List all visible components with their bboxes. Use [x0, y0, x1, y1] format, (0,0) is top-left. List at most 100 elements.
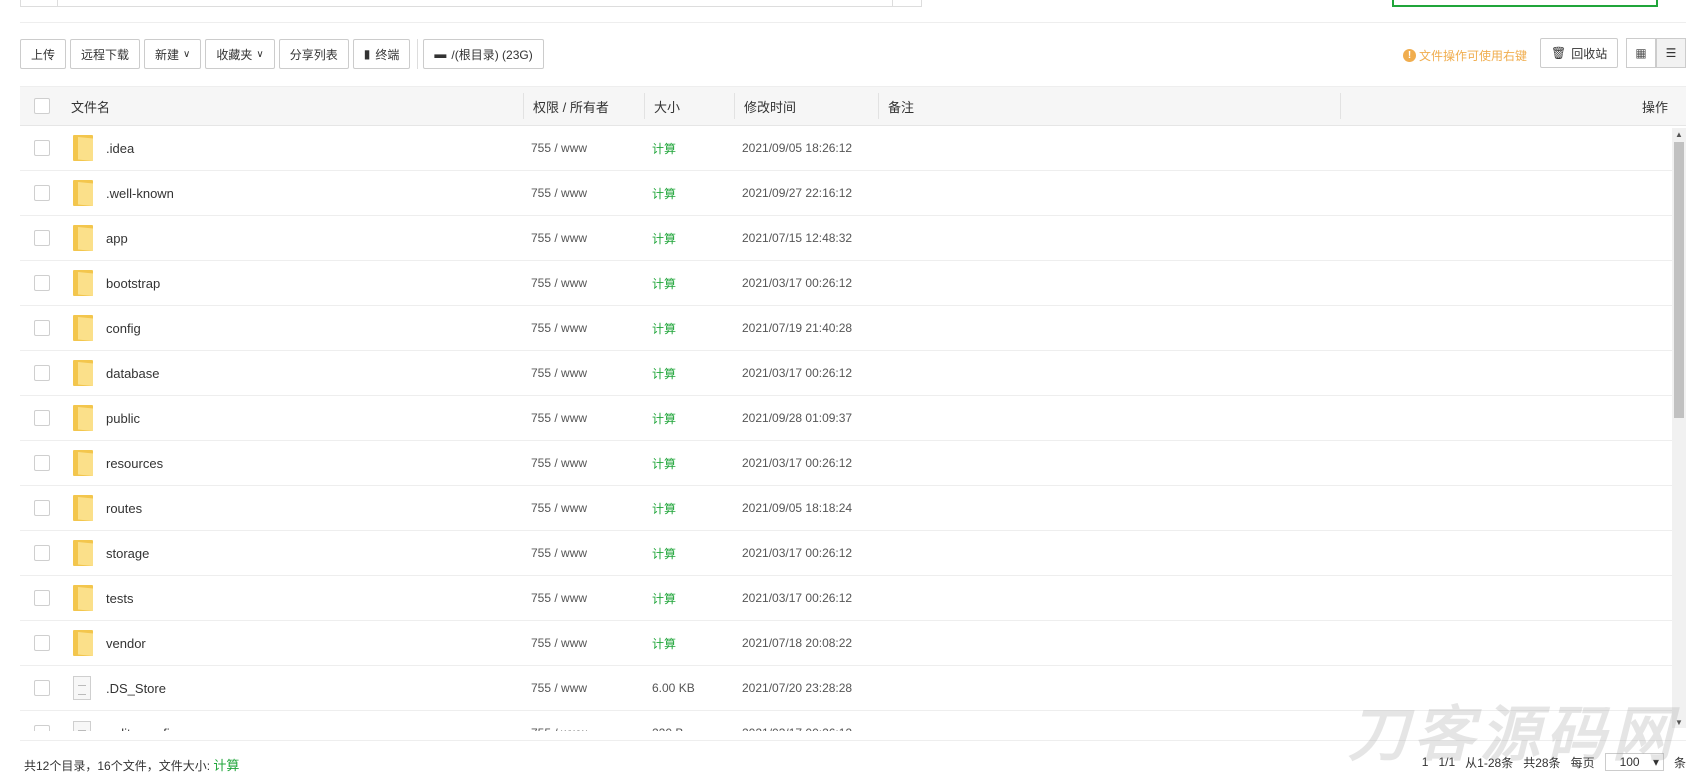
chevron-down-icon: ▾: [1652, 755, 1659, 769]
scroll-down-icon[interactable]: ▼: [1672, 716, 1686, 728]
file-perm-owner[interactable]: 755 / www: [531, 486, 587, 530]
folder-icon: [73, 135, 93, 161]
file-perm-owner[interactable]: 755 / www: [531, 396, 587, 440]
file-name[interactable]: .DS_Store: [106, 666, 166, 710]
file-size[interactable]: 计算: [652, 576, 676, 620]
table-row[interactable]: bootstrap 755 / www 计算 2021/03/17 00:26:12: [20, 261, 1686, 306]
table-row[interactable]: storage 755 / www 计算 2021/03/17 00:26:12: [20, 531, 1686, 576]
row-check-cell: [34, 576, 50, 620]
file-size[interactable]: 计算: [652, 486, 676, 530]
file-perm-owner[interactable]: 755 / www: [531, 171, 587, 215]
row-checkbox[interactable]: [34, 725, 50, 731]
table-row[interactable]: vendor 755 / www 计算 2021/07/18 20:08:22: [20, 621, 1686, 666]
row-checkbox[interactable]: [34, 230, 50, 246]
scroll-up-icon[interactable]: ▲: [1672, 128, 1686, 140]
table-header: 文件名 权限 / 所有者 大小 修改时间 备注 操作: [20, 86, 1686, 126]
file-search-input[interactable]: [1392, 0, 1658, 7]
row-checkbox[interactable]: [34, 635, 50, 651]
header-name[interactable]: 文件名: [71, 87, 110, 125]
file-name[interactable]: tests: [106, 576, 133, 620]
file-size[interactable]: 计算: [652, 351, 676, 395]
file-name[interactable]: .idea: [106, 126, 134, 170]
file-name[interactable]: database: [106, 351, 160, 395]
table-row[interactable]: app 755 / www 计算 2021/07/15 12:48:32: [20, 216, 1686, 261]
folder-icon: [73, 540, 93, 566]
file-perm-owner[interactable]: 755 / www: [531, 261, 587, 305]
file-name[interactable]: .well-known: [106, 171, 174, 215]
file-perm-owner[interactable]: 755 / www: [531, 351, 587, 395]
file-perm-owner[interactable]: 755 / www: [531, 306, 587, 350]
vertical-scrollbar[interactable]: ▲ ▼: [1672, 128, 1686, 728]
per-page-select[interactable]: 100 ▾: [1604, 753, 1664, 771]
file-perm-owner[interactable]: 755 / www: [531, 666, 587, 710]
file-size[interactable]: 计算: [652, 306, 676, 350]
scrollbar-thumb[interactable]: [1674, 142, 1684, 418]
list-view-icon[interactable]: ☰: [1656, 38, 1686, 68]
table-row[interactable]: database 755 / www 计算 2021/03/17 00:26:12: [20, 351, 1686, 396]
recycle-bin-button[interactable]: 🗑 回收站: [1540, 38, 1619, 68]
favorites-dropdown-button[interactable]: 收藏夹 ∨: [205, 39, 275, 69]
row-checkbox[interactable]: [34, 680, 50, 696]
file-size[interactable]: 计算: [652, 171, 676, 215]
file-name[interactable]: routes: [106, 486, 142, 530]
row-checkbox[interactable]: [34, 275, 50, 291]
row-checkbox[interactable]: [34, 365, 50, 381]
table-row[interactable]: config 755 / www 计算 2021/07/19 21:40:28: [20, 306, 1686, 351]
file-perm-owner[interactable]: 755 / www: [531, 711, 587, 731]
row-checkbox[interactable]: [34, 140, 50, 156]
header-perm-owner[interactable]: 权限 / 所有者: [533, 87, 609, 125]
table-row[interactable]: public 755 / www 计算 2021/09/28 01:09:37: [20, 396, 1686, 441]
file-perm-owner[interactable]: 755 / www: [531, 126, 587, 170]
path-address-bar[interactable]: [20, 0, 922, 7]
table-row[interactable]: tests 755 / www 计算 2021/03/17 00:26:12: [20, 576, 1686, 621]
table-row[interactable]: .DS_Store 755 / www 6.00 KB 2021/07/20 23:2…: [20, 666, 1686, 711]
file-size[interactable]: 计算: [652, 441, 676, 485]
calc-total-size-link[interactable]: 计算: [213, 758, 239, 773]
share-list-button[interactable]: 分享列表: [278, 39, 349, 69]
grid-view-icon[interactable]: ▦: [1626, 38, 1656, 68]
remote-download-button[interactable]: 远程下载: [70, 39, 141, 69]
file-size[interactable]: 计算: [652, 216, 676, 260]
file-name[interactable]: resources: [106, 441, 163, 485]
file-perm-owner[interactable]: 755 / www: [531, 621, 587, 665]
file-perm-owner[interactable]: 755 / www: [531, 576, 587, 620]
folder-icon: [73, 270, 93, 296]
row-checkbox[interactable]: [34, 590, 50, 606]
row-checkbox[interactable]: [34, 500, 50, 516]
column-divider: [644, 93, 645, 119]
file-name[interactable]: vendor: [106, 621, 146, 665]
row-checkbox[interactable]: [34, 320, 50, 336]
select-all-checkbox[interactable]: [34, 98, 50, 114]
terminal-button[interactable]: ▮ 终端: [352, 39, 411, 69]
file-size[interactable]: 计算: [652, 396, 676, 440]
file-name[interactable]: config: [106, 306, 141, 350]
file-name[interactable]: storage: [106, 531, 149, 575]
table-row[interactable]: resources 755 / www 计算 2021/03/17 00:26:12: [20, 441, 1686, 486]
file-name[interactable]: public: [106, 396, 140, 440]
file-perm-owner[interactable]: 755 / www: [531, 441, 587, 485]
file-name[interactable]: .editorconfig: [106, 711, 177, 732]
row-icon-cell: [73, 351, 93, 395]
page-current[interactable]: 1: [1422, 755, 1429, 769]
file-size[interactable]: 计算: [652, 126, 676, 170]
row-checkbox[interactable]: [34, 410, 50, 426]
disk-button[interactable]: ▬ /(根目录) (23G): [423, 39, 544, 69]
table-row[interactable]: routes 755 / www 计算 2021/09/05 18:18:24: [20, 486, 1686, 531]
header-mtime[interactable]: 修改时间: [744, 87, 796, 125]
table-row[interactable]: .well-known 755 / www 计算 2021/09/27 22:16:1…: [20, 171, 1686, 216]
file-perm-owner[interactable]: 755 / www: [531, 216, 587, 260]
row-checkbox[interactable]: [34, 455, 50, 471]
row-checkbox[interactable]: [34, 185, 50, 201]
file-size[interactable]: 计算: [652, 621, 676, 665]
table-row[interactable]: .idea 755 / www 计算 2021/09/05 18:26:12: [20, 126, 1686, 171]
file-perm-owner[interactable]: 755 / www: [531, 531, 587, 575]
table-row[interactable]: .editorconfig 755 / www 220 B 2021/03/17 00…: [20, 711, 1686, 731]
new-dropdown-button[interactable]: 新建 ∨: [144, 39, 202, 69]
upload-button[interactable]: 上传: [20, 39, 67, 69]
file-size[interactable]: 计算: [652, 531, 676, 575]
file-size[interactable]: 计算: [652, 261, 676, 305]
header-size[interactable]: 大小: [654, 87, 680, 125]
file-name[interactable]: app: [106, 216, 128, 260]
row-checkbox[interactable]: [34, 545, 50, 561]
file-name[interactable]: bootstrap: [106, 261, 160, 305]
